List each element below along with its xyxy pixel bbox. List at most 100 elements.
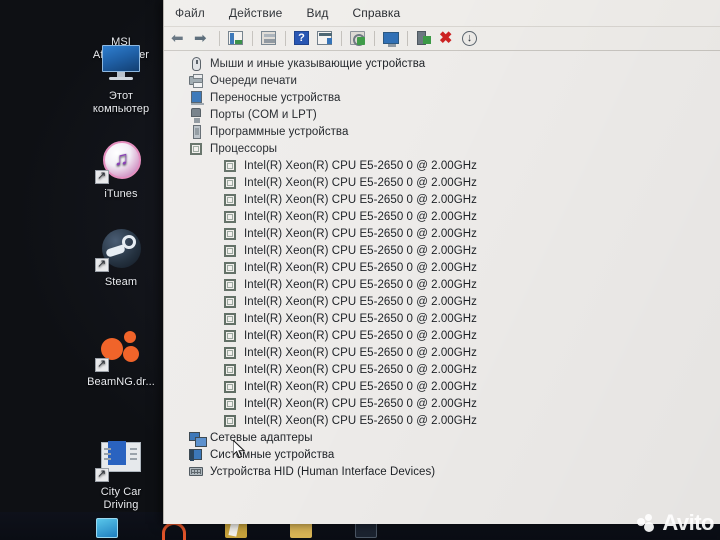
toolbar-separator <box>285 31 286 46</box>
tree-item-processor[interactable]: Intel(R) Xeon(R) CPU E5-2650 0 @ 2.00GHz <box>164 191 720 208</box>
processor-icon <box>222 278 238 292</box>
tree-item-processor[interactable]: Intel(R) Xeon(R) CPU E5-2650 0 @ 2.00GHz <box>164 310 720 327</box>
desktop-icon-label: компьютер <box>92 103 150 115</box>
menu-item-help[interactable]: Справка <box>351 4 401 22</box>
tree-item-label: Intel(R) Xeon(R) CPU E5-2650 0 @ 2.00GHz <box>244 244 477 257</box>
device-tree[interactable]: › Мыши и иные указывающие устройства › О… <box>164 51 720 524</box>
toolbar[interactable]: ⬅ ➡ ? ✖ ↓ <box>164 26 720 51</box>
circle-down-arrow-icon: ↓ <box>462 31 477 46</box>
desktop-icon-steam[interactable]: Steam <box>78 228 164 289</box>
tree-item-print-queues[interactable]: › Очереди печати <box>164 72 720 89</box>
update-driver-button[interactable] <box>348 29 368 48</box>
show-hidden-devices-button[interactable] <box>381 29 401 48</box>
tree-item-software-devices[interactable]: › Программные устройства <box>164 123 720 140</box>
processor-icon <box>222 329 238 343</box>
tree-item-network-adapters[interactable]: › Сетевые адаптеры <box>164 429 720 447</box>
tree-item-processor[interactable]: Intel(R) Xeon(R) CPU E5-2650 0 @ 2.00GHz <box>164 412 720 429</box>
beamng-icon <box>95 328 145 372</box>
device-manager-window[interactable]: Файл Действие Вид Справка ⬅ ➡ ? ✖ ↓ Мыши… <box>163 0 720 524</box>
toolbar-separator <box>374 31 375 46</box>
desktop-icon-beamng-drive[interactable]: BeamNG.dr... <box>78 328 164 389</box>
show-hide-console-tree-button[interactable] <box>259 29 279 48</box>
desktop-icon-label: Steam <box>104 276 138 288</box>
monitor-icon <box>97 42 145 86</box>
portable-device-icon <box>188 90 204 105</box>
tree-item-processor[interactable]: Intel(R) Xeon(R) CPU E5-2650 0 @ 2.00GHz <box>164 242 720 259</box>
uninstall-device-button[interactable]: ✖ <box>437 29 457 48</box>
device-list-button[interactable] <box>315 29 335 48</box>
tree-item-label: Intel(R) Xeon(R) CPU E5-2650 0 @ 2.00GHz <box>244 329 477 342</box>
toolbar-separator <box>252 31 253 46</box>
processor-icon <box>222 261 238 275</box>
tree-item-system-devices[interactable]: › Системные устройства <box>164 446 720 463</box>
avito-dots-icon <box>637 514 657 532</box>
scan-hardware-changes-button[interactable]: ↓ <box>460 29 480 48</box>
properties-button[interactable] <box>226 29 246 48</box>
msi-afterburner-icon <box>97 0 145 32</box>
desktop-icon-itunes[interactable]: ♫ iTunes <box>78 140 164 201</box>
tree-item-processor[interactable]: Intel(R) Xeon(R) CPU E5-2650 0 @ 2.00GHz <box>164 395 720 412</box>
tree-item-processor[interactable]: Intel(R) Xeon(R) CPU E5-2650 0 @ 2.00GHz <box>164 361 720 378</box>
screen: MSI Afterburner Этот компьютер ♫ iTunes … <box>0 0 720 540</box>
tree-item-processor[interactable]: Intel(R) Xeon(R) CPU E5-2650 0 @ 2.00GHz <box>164 208 720 225</box>
tree-item-portable-devices[interactable]: › Переносные устройства <box>164 89 720 106</box>
arrow-right-icon: ➡ <box>194 30 207 47</box>
processor-icon <box>222 312 238 326</box>
processor-icon <box>222 380 238 394</box>
desktop-icon-label: BeamNG.dr... <box>87 376 155 388</box>
enable-device-button[interactable] <box>414 29 434 48</box>
desktop-icon-city-car-driving[interactable]: City Car Driving <box>78 438 164 512</box>
arrow-left-icon: ⬅ <box>171 30 184 47</box>
tree-item-processor[interactable]: Intel(R) Xeon(R) CPU E5-2650 0 @ 2.00GHz <box>164 259 720 276</box>
avito-watermark: Avito <box>637 512 714 534</box>
tree-item-processor[interactable]: Intel(R) Xeon(R) CPU E5-2650 0 @ 2.00GHz <box>164 378 720 395</box>
tree-item-label: Intel(R) Xeon(R) CPU E5-2650 0 @ 2.00GHz <box>244 176 477 189</box>
menu-item-file[interactable]: Файл <box>174 4 206 22</box>
tree-item-ports-com-lpt[interactable]: › Порты (COM и LPT) <box>164 106 720 123</box>
shortcut-arrow-icon <box>95 170 109 184</box>
tree-item-processor[interactable]: Intel(R) Xeon(R) CPU E5-2650 0 @ 2.00GHz <box>164 276 720 293</box>
back-button[interactable]: ⬅ <box>170 29 190 48</box>
processor-icon <box>222 414 238 428</box>
tree-item-processor[interactable]: Intel(R) Xeon(R) CPU E5-2650 0 @ 2.00GHz <box>164 157 720 174</box>
desktop-icon-label: City Car <box>100 486 142 498</box>
tree-item-label: Очереди печати <box>210 74 297 87</box>
forward-button[interactable]: ➡ <box>193 29 213 48</box>
steam-icon <box>95 228 145 272</box>
mouse-icon <box>188 56 204 71</box>
desktop-icon-label: Driving <box>103 499 139 511</box>
processor-list[interactable]: Intel(R) Xeon(R) CPU E5-2650 0 @ 2.00GHz… <box>164 157 720 429</box>
tree-item-hid-devices[interactable]: › Устройства HID (Human Interface Device… <box>164 463 720 480</box>
tree-item-processor[interactable]: Intel(R) Xeon(R) CPU E5-2650 0 @ 2.00GHz <box>164 327 720 344</box>
tree-item-label: Системные устройства <box>210 448 335 461</box>
tree-item-processor[interactable]: Intel(R) Xeon(R) CPU E5-2650 0 @ 2.00GHz <box>164 225 720 242</box>
shortcut-arrow-icon <box>95 258 109 272</box>
system-device-icon <box>188 448 204 462</box>
help-button[interactable]: ? <box>292 29 312 48</box>
desktop-icon-this-pc[interactable]: Этот компьютер <box>78 42 164 116</box>
tree-item-label: Intel(R) Xeon(R) CPU E5-2650 0 @ 2.00GHz <box>244 312 477 325</box>
tree-item-processor[interactable]: Intel(R) Xeon(R) CPU E5-2650 0 @ 2.00GHz <box>164 174 720 191</box>
shortcut-arrow-icon <box>95 468 109 482</box>
tree-item-mice-and-pointing-devices[interactable]: › Мыши и иные указывающие устройства <box>164 55 720 72</box>
menu-item-view[interactable]: Вид <box>305 4 329 22</box>
software-device-icon <box>188 124 204 139</box>
tree-item-label: Intel(R) Xeon(R) CPU E5-2650 0 @ 2.00GHz <box>244 261 477 274</box>
tree-item-label: Intel(R) Xeon(R) CPU E5-2650 0 @ 2.00GHz <box>244 278 477 291</box>
tree-item-processors[interactable]: ⌄ Процессоры <box>164 140 720 157</box>
processor-icon <box>222 210 238 224</box>
menu-item-action[interactable]: Действие <box>228 4 284 22</box>
processor-icon <box>222 397 238 411</box>
processor-icon <box>222 346 238 360</box>
question-mark-icon: ? <box>294 31 309 45</box>
city-car-driving-icon <box>95 438 145 482</box>
tree-item-processor[interactable]: Intel(R) Xeon(R) CPU E5-2650 0 @ 2.00GHz <box>164 293 720 310</box>
tree-item-label: Intel(R) Xeon(R) CPU E5-2650 0 @ 2.00GHz <box>244 346 477 359</box>
taskbar-icon[interactable] <box>96 518 118 538</box>
menu-bar[interactable]: Файл Действие Вид Справка <box>164 0 720 26</box>
device-enable-icon <box>417 31 431 45</box>
device-list-icon <box>317 31 332 45</box>
tree-item-label: Мыши и иные указывающие устройства <box>210 57 426 70</box>
tree-item-label: Intel(R) Xeon(R) CPU E5-2650 0 @ 2.00GHz <box>244 397 477 410</box>
tree-item-processor[interactable]: Intel(R) Xeon(R) CPU E5-2650 0 @ 2.00GHz <box>164 344 720 361</box>
